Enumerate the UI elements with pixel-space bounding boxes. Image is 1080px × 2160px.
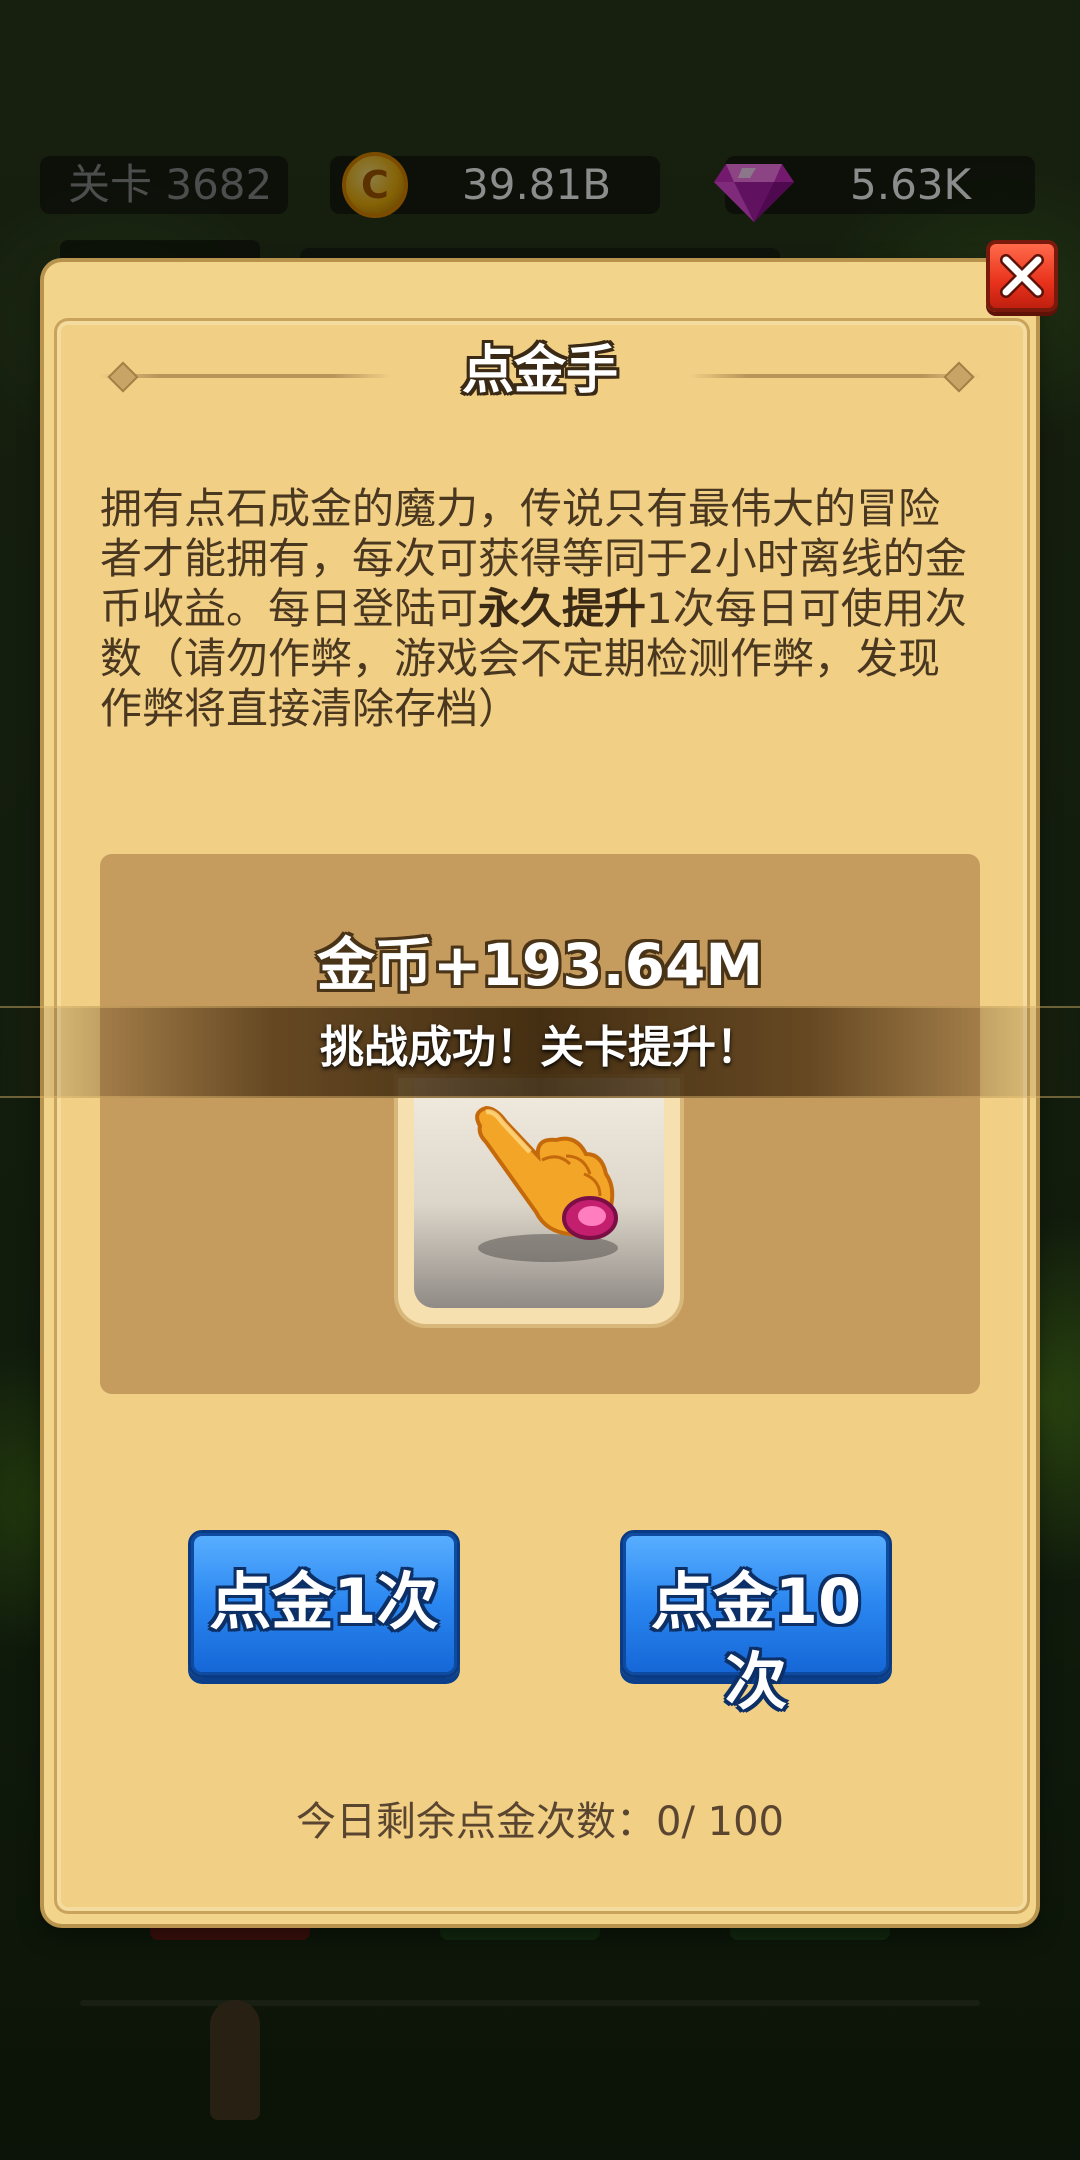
close-icon[interactable] [996,250,1048,302]
description-highlight: 永久提升 [478,584,647,633]
dialog-title: 点金手 [461,341,618,401]
midas-once-label[interactable]: 点金1次 [188,1562,460,1642]
reward-amount: 金币+193.64M [316,931,764,999]
pointing-hand-icon [475,1105,618,1262]
midas-ten-label[interactable]: 点金10次 [620,1562,892,1722]
dialog-description: 拥有点石成金的魔力，传说只有最伟大的冒险者才能拥有，每次可获得等同于2小时离线的… [100,484,980,734]
remaining-uses-text: 今日剩余点金次数：0/ 100 [296,1799,784,1845]
success-banner-text: 挑战成功！关卡提升！ [320,1022,760,1073]
